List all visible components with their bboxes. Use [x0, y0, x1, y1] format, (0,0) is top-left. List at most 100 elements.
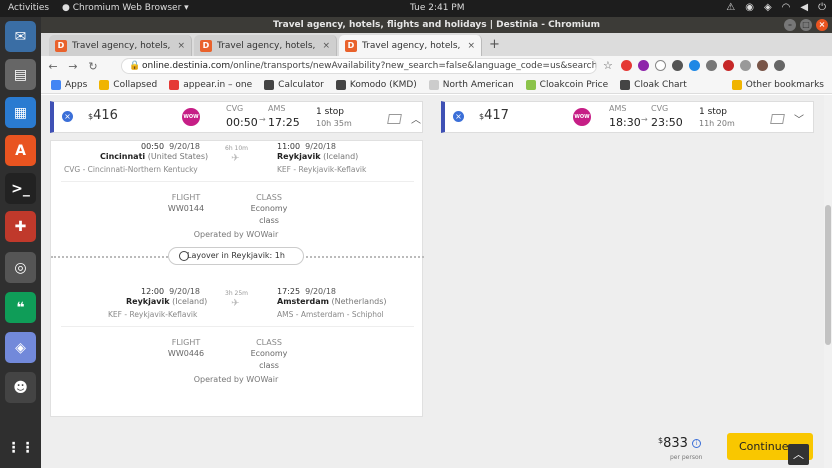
extension-icon[interactable]	[689, 60, 700, 71]
departure-code: AMS	[609, 104, 627, 113]
app-name: Chromium Web Browser	[72, 3, 182, 13]
tab-close-icon[interactable]: ×	[177, 41, 185, 51]
browser-window: Travel agency, hotels, flights and holid…	[41, 17, 832, 468]
cloakcoin-icon	[525, 79, 536, 90]
extension-icon[interactable]	[706, 60, 717, 71]
folder-icon	[731, 79, 742, 90]
bookmark-apps[interactable]: Apps	[51, 79, 87, 90]
clock[interactable]: Tue 2:41 PM	[410, 3, 465, 13]
segment-departure-city: Cincinnati (United States)	[100, 152, 209, 161]
extension-icon[interactable]	[638, 60, 649, 71]
power-icon[interactable]: ⏻	[818, 2, 826, 13]
page-scrollbar[interactable]	[824, 95, 832, 468]
reload-icon[interactable]: ↻	[85, 60, 101, 73]
extension-icon[interactable]	[740, 60, 751, 71]
software-center-icon[interactable]: A	[5, 135, 36, 166]
wow-airline-logo: WOW	[573, 108, 591, 126]
class-value: Economy	[250, 204, 288, 213]
stops: 1 stop	[699, 107, 728, 117]
bookmark-item[interactable]: Cloakcoin Price	[525, 79, 608, 90]
url-domain: online.destinia.com	[142, 61, 231, 71]
class-value: Economy	[250, 349, 288, 358]
flight-number: WW0446	[167, 349, 205, 358]
outbound-price: $416	[88, 108, 118, 123]
thunderbird-icon[interactable]: ✉	[5, 21, 36, 52]
wow-airline-logo: WOW	[182, 108, 200, 126]
close-circle-icon[interactable]: ×	[62, 111, 73, 122]
terminal-icon[interactable]: >_	[5, 173, 36, 204]
show-apps-icon[interactable]: ⋮⋮	[5, 432, 36, 463]
class-value-line2: class	[259, 216, 279, 225]
chrome-icon[interactable]: ◉	[745, 2, 754, 13]
chevron-up-icon[interactable]: ︿	[411, 111, 421, 126]
return-flight-summary[interactable]: × $417 WOW AMS 18:30 → CVG 23:50 1 stop …	[441, 101, 814, 133]
avatar[interactable]	[757, 60, 768, 71]
tab-close-icon[interactable]: ×	[322, 41, 330, 51]
arrival-code: CVG	[651, 104, 669, 113]
minimize-icon[interactable]: –	[784, 19, 796, 31]
app-menu[interactable]: ● Chromium Web Browser ▾	[62, 3, 189, 13]
apps-grid-icon	[51, 79, 61, 90]
discord-icon[interactable]: ◈	[764, 2, 772, 13]
segment-departure-city: Reykjavik (Iceland)	[126, 297, 208, 306]
discord-dock-icon[interactable]: ◈	[5, 332, 36, 363]
wifi-icon[interactable]: ◠	[782, 2, 791, 13]
arrow-icon: →	[259, 115, 266, 124]
bookmark-item[interactable]: Komodo (KMD)	[335, 79, 417, 90]
address-bar[interactable]: 🔒 online.destinia.com/online/transports/…	[121, 58, 597, 74]
tab-1[interactable]: D Travel agency, hotels, flig ×	[49, 35, 192, 56]
forward-icon[interactable]: →	[65, 60, 81, 73]
extension-icon[interactable]	[621, 60, 632, 71]
tab-2[interactable]: D Travel agency, hotels, flig ×	[194, 35, 337, 56]
no-baggage-icon	[387, 114, 402, 124]
page-icon	[428, 79, 439, 90]
extension-icon[interactable]	[655, 60, 666, 71]
bookmark-item[interactable]: Collapsed	[99, 79, 157, 90]
tab-close-icon[interactable]: ×	[467, 41, 475, 51]
notification-icon[interactable]: ⚠	[726, 2, 735, 13]
menu-icon[interactable]	[774, 60, 785, 71]
outbound-flight-summary[interactable]: × $416 WOW CVG 00:50 → AMS 17:25 1 stop …	[50, 101, 423, 133]
departure-time: 18:30	[609, 116, 641, 129]
segment-departure-airport: KEF - Reykjavik-Keflavik	[108, 310, 198, 319]
segment-arrival-airport: KEF - Reykjavik-Keflavik	[277, 165, 367, 174]
scroll-to-top-button[interactable]: ︿	[788, 444, 809, 465]
bookmark-item[interactable]: North American	[428, 79, 514, 90]
close-window-icon[interactable]: ×	[816, 19, 828, 31]
chromium-icon[interactable]: ◎	[5, 252, 36, 283]
segment-duration: 3h 25m	[225, 290, 249, 297]
activities-button[interactable]: Activities	[8, 3, 49, 13]
scrollbar-thumb[interactable]	[825, 205, 831, 345]
files-icon[interactable]: ▤	[5, 59, 36, 90]
bookmark-item[interactable]: appear.in – one	[169, 79, 252, 90]
total-price: $833 i	[658, 436, 701, 451]
new-tab-button[interactable]: +	[489, 37, 500, 52]
operated-by: Operated by WOWair	[193, 375, 279, 384]
bookmark-star-icon[interactable]: ☆	[603, 59, 613, 72]
arrow-icon: →	[641, 115, 648, 124]
departure-code: CVG	[226, 104, 244, 113]
class-value-line2: class	[259, 361, 279, 370]
system-tray[interactable]: ⚠ ◉ ◈ ◠ ◀ ⏻	[726, 2, 826, 13]
info-icon[interactable]: i	[691, 439, 701, 448]
bookmark-item[interactable]: Cloak Chart	[620, 79, 687, 90]
chevron-down-icon[interactable]: ﹀	[794, 111, 804, 126]
volume-icon[interactable]: ◀	[800, 2, 808, 13]
extension-icon[interactable]	[672, 60, 683, 71]
maximize-icon[interactable]: □	[800, 19, 812, 31]
other-bookmarks[interactable]: Other bookmarks	[731, 79, 824, 90]
hangouts-icon[interactable]: ❝	[5, 292, 36, 323]
layover-badge: Layover in Reykjavik: 1h	[168, 247, 304, 265]
bookmark-item[interactable]: Calculator	[264, 79, 324, 90]
extension-icon[interactable]	[723, 60, 734, 71]
lock-icon[interactable]: 🔒	[129, 59, 140, 73]
segment-arrival-city: Amsterdam (Netherlands)	[277, 297, 387, 306]
tab-title: Travel agency, hotels, flig	[362, 40, 462, 51]
duration: 11h 20m	[699, 119, 735, 128]
writer-icon[interactable]: ▦	[5, 97, 36, 128]
settings-icon[interactable]: ✚	[5, 211, 36, 242]
close-circle-icon[interactable]: ×	[453, 111, 464, 122]
tab-3-active[interactable]: D Travel agency, hotels, flig ×	[339, 35, 482, 56]
game-icon[interactable]: ☻	[5, 372, 36, 403]
back-icon[interactable]: ←	[45, 60, 61, 73]
